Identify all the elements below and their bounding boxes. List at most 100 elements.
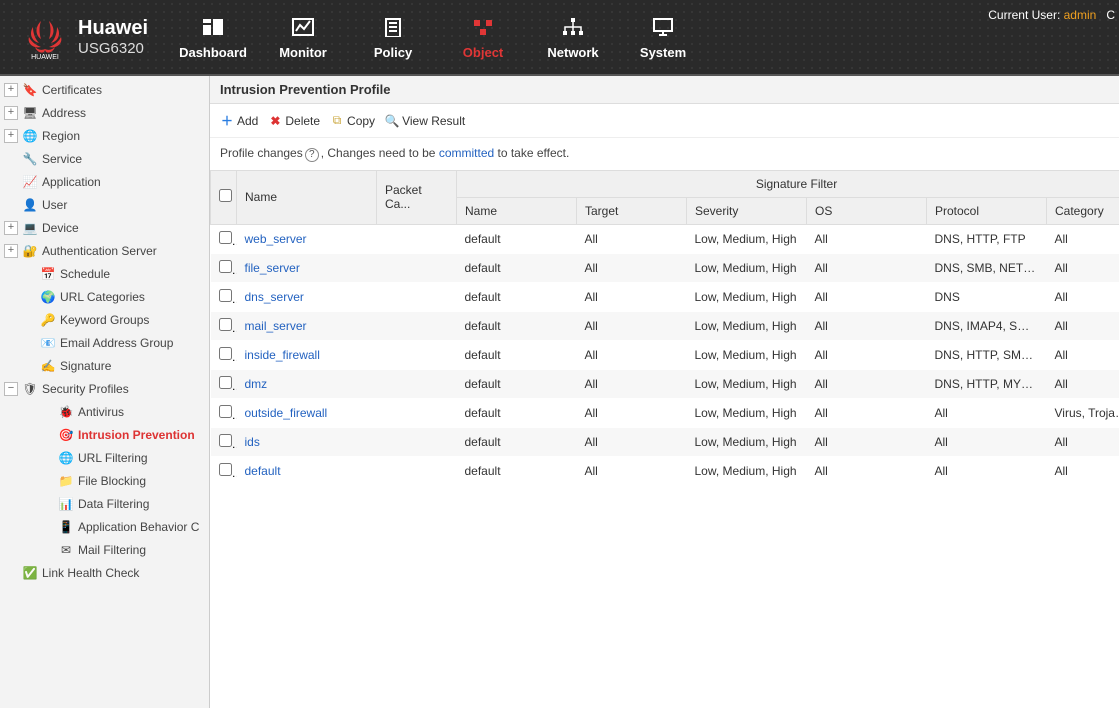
sidebar-item-authentication-server[interactable]: +🔐Authentication Server — [0, 239, 209, 262]
sidebar-item-email-address-group[interactable]: 📧Email Address Group — [0, 331, 209, 354]
sidebar-item-certificates[interactable]: +🔖Certificates — [0, 78, 209, 101]
cell-protocol: DNS, HTTP, FTP — [927, 224, 1047, 253]
tree-icon: 🌐 — [22, 128, 38, 144]
profile-name-link[interactable]: web_server — [245, 232, 307, 246]
profile-name-link[interactable]: dns_server — [245, 290, 304, 304]
profile-name-link[interactable]: ids — [245, 435, 260, 449]
row-checkbox[interactable] — [219, 434, 232, 447]
cell-os: All — [807, 253, 927, 282]
profile-name-link[interactable]: dmz — [245, 377, 268, 391]
tree-icon: 🔑 — [40, 312, 56, 328]
sidebar-item-antivirus[interactable]: 🐞Antivirus — [0, 400, 209, 423]
table-row[interactable]: idsdefaultAllLow, Medium, HighAllAllAll — [211, 427, 1119, 456]
copy-button[interactable]: ⧉ Copy — [330, 114, 375, 128]
table-row[interactable]: dmzdefaultAllLow, Medium, HighAllDNS, HT… — [211, 369, 1119, 398]
tree-label: Application Behavior C — [78, 520, 209, 534]
profile-table-wrap[interactable]: Name Packet Ca... Signature Filter Name … — [210, 170, 1119, 708]
cell-target: All — [577, 311, 687, 340]
profile-name-link[interactable]: mail_server — [245, 319, 307, 333]
cell-protocol: DNS, HTTP, SMB,... — [927, 340, 1047, 369]
sidebar-item-url-categories[interactable]: 🌍URL Categories — [0, 285, 209, 308]
row-checkbox[interactable] — [219, 463, 232, 476]
sidebar-item-keyword-groups[interactable]: 🔑Keyword Groups — [0, 308, 209, 331]
sidebar-item-file-blocking[interactable]: 📁File Blocking — [0, 469, 209, 492]
sidebar-item-device[interactable]: +💻Device — [0, 216, 209, 239]
cell-packet — [377, 456, 457, 485]
table-row[interactable]: mail_serverdefaultAllLow, Medium, HighAl… — [211, 311, 1119, 340]
nav-system[interactable]: System — [618, 0, 708, 74]
row-checkbox[interactable] — [219, 318, 232, 331]
nav-network[interactable]: Network — [528, 0, 618, 74]
brand-model: USG6320 — [78, 40, 148, 57]
select-all-checkbox[interactable] — [219, 189, 232, 202]
sidebar-item-security-profiles[interactable]: −🛡Security Profiles — [0, 377, 209, 400]
cell-sfname: default — [457, 427, 577, 456]
view-result-button[interactable]: 🔍 View Result — [385, 114, 465, 128]
profile-name-link[interactable]: file_server — [245, 261, 300, 275]
tree-icon: 🔖 — [22, 82, 38, 98]
sidebar-item-intrusion-prevention[interactable]: 🎯Intrusion Prevention — [0, 423, 209, 446]
table-row[interactable]: web_serverdefaultAllLow, Medium, HighAll… — [211, 224, 1119, 253]
sidebar-item-service[interactable]: 🔧Service — [0, 147, 209, 170]
sidebar-item-signature[interactable]: ✍Signature — [0, 354, 209, 377]
cell-os: All — [807, 427, 927, 456]
row-checkbox[interactable] — [219, 289, 232, 302]
col-os[interactable]: OS — [807, 197, 927, 224]
sidebar-item-user[interactable]: 👤User — [0, 193, 209, 216]
sidebar-tree: +🔖Certificates+🖥Address+🌐Region🔧Service📈… — [0, 76, 210, 708]
tree-toggle-icon[interactable]: + — [4, 83, 18, 97]
nav-policy[interactable]: Policy — [348, 0, 438, 74]
help-icon[interactable]: ? — [305, 148, 319, 162]
cell-target: All — [577, 282, 687, 311]
sidebar-item-application-behavior-c[interactable]: 📱Application Behavior C — [0, 515, 209, 538]
cell-category: All — [1047, 224, 1119, 253]
row-checkbox[interactable] — [219, 405, 232, 418]
commit-link[interactable]: committed — [439, 146, 494, 160]
sidebar-item-region[interactable]: +🌐Region — [0, 124, 209, 147]
sidebar-item-mail-filtering[interactable]: ✉Mail Filtering — [0, 538, 209, 561]
table-row[interactable]: outside_firewalldefaultAllLow, Medium, H… — [211, 398, 1119, 427]
row-checkbox[interactable] — [219, 260, 232, 273]
row-checkbox[interactable] — [219, 231, 232, 244]
row-checkbox[interactable] — [219, 376, 232, 389]
tree-toggle-icon[interactable]: + — [4, 106, 18, 120]
col-sfname[interactable]: Name — [457, 197, 577, 224]
cell-sfname: default — [457, 311, 577, 340]
col-category[interactable]: Category — [1047, 197, 1119, 224]
profile-name-link[interactable]: outside_firewall — [245, 406, 328, 420]
row-checkbox[interactable] — [219, 347, 232, 360]
cell-packet — [377, 224, 457, 253]
col-severity[interactable]: Severity — [687, 197, 807, 224]
table-row[interactable]: defaultdefaultAllLow, Medium, HighAllAll… — [211, 456, 1119, 485]
sidebar-item-link-health-check[interactable]: ✅Link Health Check — [0, 561, 209, 584]
profile-name-link[interactable]: inside_firewall — [245, 348, 320, 362]
col-packet[interactable]: Packet Ca... — [377, 170, 457, 224]
object-icon — [471, 15, 495, 39]
tree-toggle-icon[interactable]: + — [4, 244, 18, 258]
tree-toggle-icon[interactable]: − — [4, 382, 18, 396]
nav-monitor[interactable]: Monitor — [258, 0, 348, 74]
delete-button[interactable]: ✖ Delete — [268, 114, 320, 128]
sidebar-item-url-filtering[interactable]: 🌐URL Filtering — [0, 446, 209, 469]
sidebar-item-application[interactable]: 📈Application — [0, 170, 209, 193]
table-row[interactable]: dns_serverdefaultAllLow, Medium, HighAll… — [211, 282, 1119, 311]
sidebar-item-data-filtering[interactable]: 📊Data Filtering — [0, 492, 209, 515]
sidebar-item-schedule[interactable]: 📅Schedule — [0, 262, 209, 285]
col-target[interactable]: Target — [577, 197, 687, 224]
col-protocol[interactable]: Protocol — [927, 197, 1047, 224]
table-row[interactable]: file_serverdefaultAllLow, Medium, HighAl… — [211, 253, 1119, 282]
add-button[interactable]: ＋ Add — [220, 114, 258, 128]
brand-area: HUAWEI Huawei USG6320 — [0, 0, 168, 74]
col-name[interactable]: Name — [237, 170, 377, 224]
nav-object[interactable]: Object — [438, 0, 528, 74]
tree-toggle-icon[interactable]: + — [4, 129, 18, 143]
sidebar-item-address[interactable]: +🖥Address — [0, 101, 209, 124]
table-row[interactable]: inside_firewalldefaultAllLow, Medium, Hi… — [211, 340, 1119, 369]
nav-dashboard[interactable]: Dashboard — [168, 0, 258, 74]
profile-name-link[interactable]: default — [245, 464, 281, 478]
tree-icon: ✅ — [22, 565, 38, 581]
cell-protocol: All — [927, 398, 1047, 427]
tree-icon: 📊 — [58, 496, 74, 512]
cell-severity: Low, Medium, High — [687, 398, 807, 427]
tree-toggle-icon[interactable]: + — [4, 221, 18, 235]
